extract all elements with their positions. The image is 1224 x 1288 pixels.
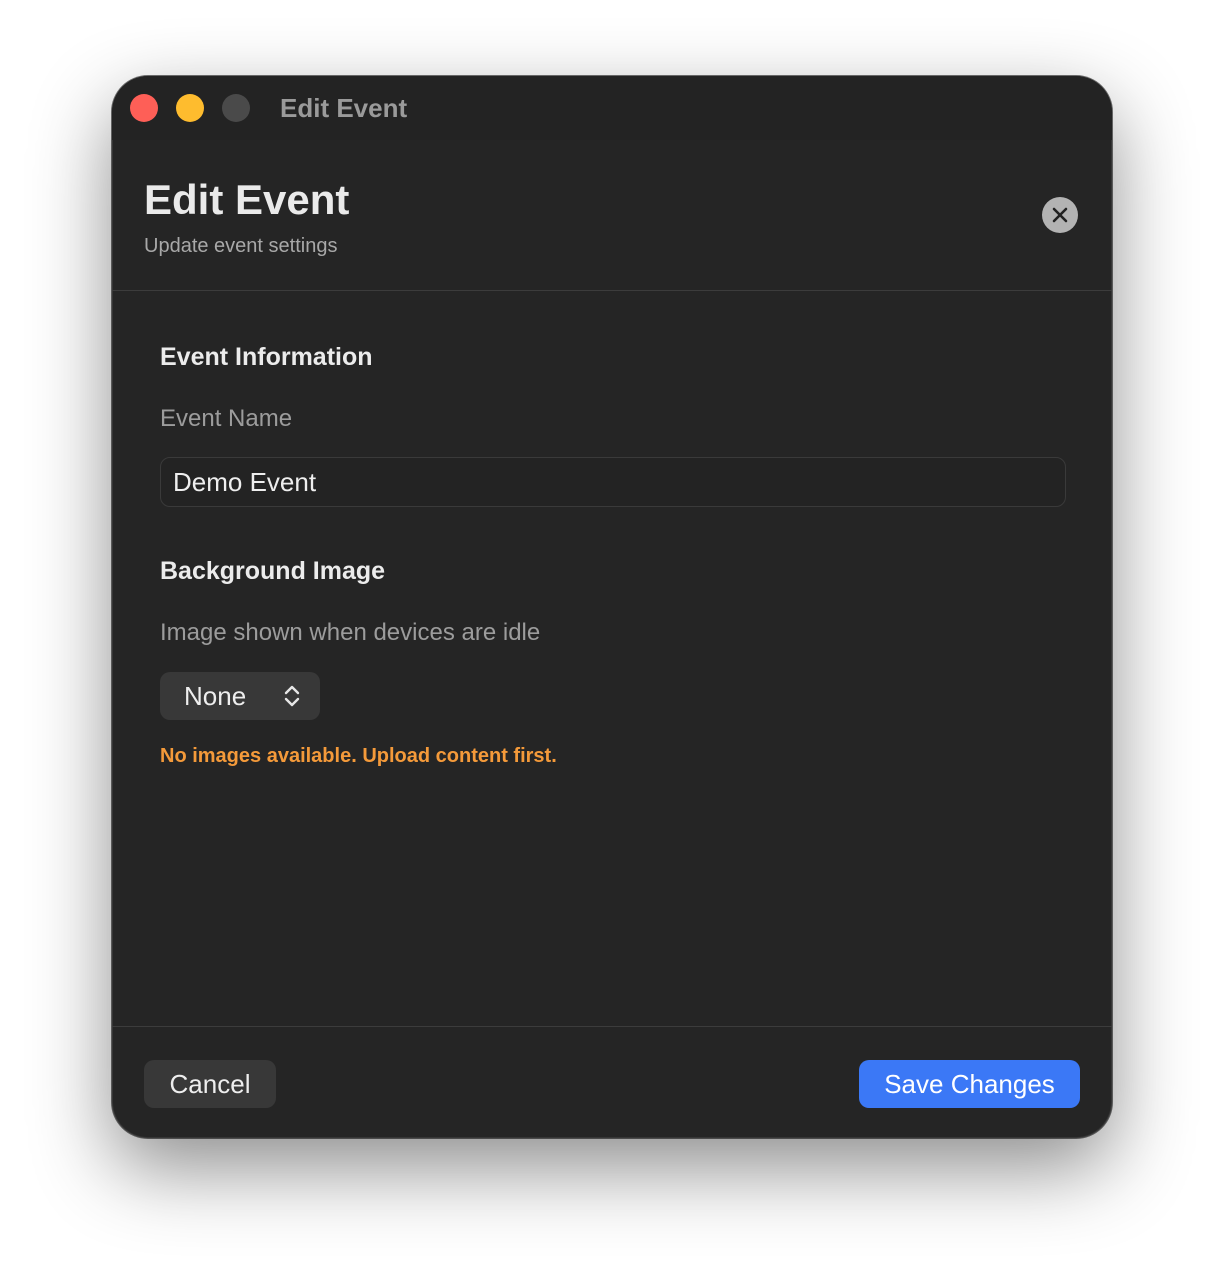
- no-images-warning: No images available. Upload content firs…: [160, 745, 557, 767]
- event-information-heading: Event Information: [160, 343, 373, 371]
- title-bar[interactable]: Edit Event: [112, 76, 1112, 140]
- window-close-button[interactable]: [130, 94, 158, 122]
- background-image-description: Image shown when devices are idle: [160, 619, 541, 646]
- dismiss-button[interactable]: [1042, 197, 1078, 233]
- event-name-input[interactable]: [160, 457, 1066, 507]
- xmark-circle-icon: [1052, 207, 1068, 223]
- cancel-button[interactable]: Cancel: [144, 1060, 276, 1108]
- page-subtitle: Update event settings: [144, 235, 338, 257]
- save-changes-button[interactable]: Save Changes: [859, 1060, 1080, 1108]
- window-zoom-button[interactable]: [222, 94, 250, 122]
- window-minimize-button[interactable]: [176, 94, 204, 122]
- window-title: Edit Event: [280, 93, 408, 123]
- header-divider: [112, 290, 1112, 291]
- background-image-heading: Background Image: [160, 557, 386, 585]
- page-title: Edit Event: [144, 176, 350, 223]
- selected-image-value: None: [184, 681, 247, 711]
- edit-event-window: Edit Event Edit Event Update event setti…: [112, 76, 1112, 1138]
- sheet-header: Edit Event Update event settings: [112, 140, 1112, 290]
- footer-divider: [112, 1026, 1112, 1027]
- chevron-up-down-icon: [284, 685, 300, 707]
- event-name-label: Event Name: [160, 405, 293, 432]
- background-image-select[interactable]: None: [160, 672, 320, 720]
